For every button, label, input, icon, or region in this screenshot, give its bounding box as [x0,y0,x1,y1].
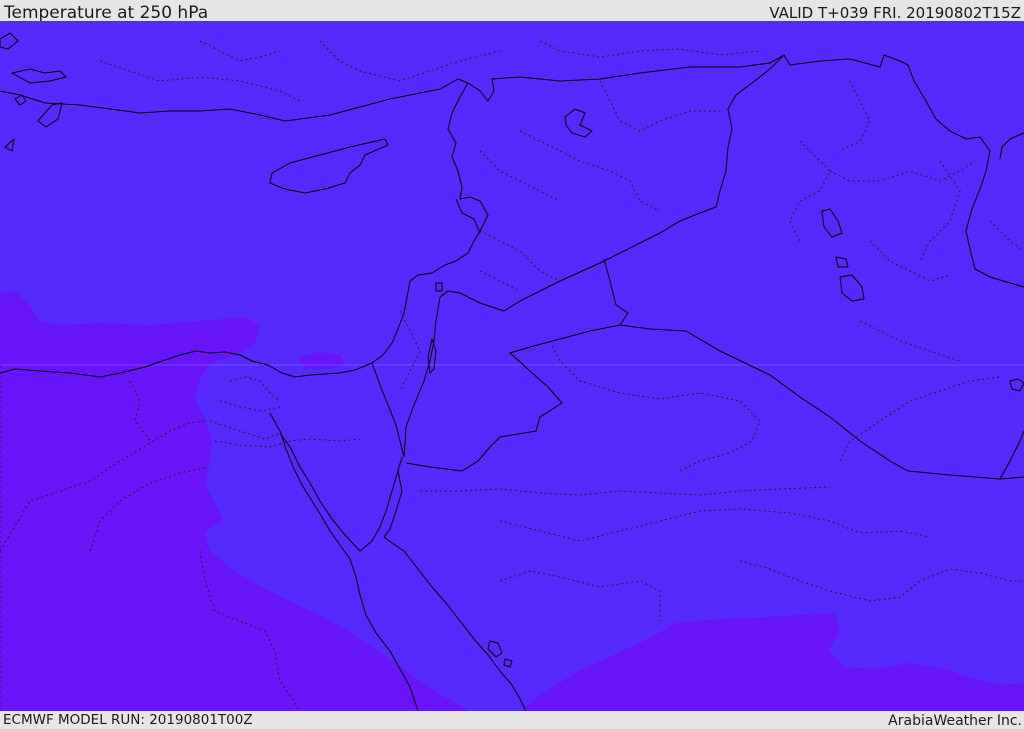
footer-bar: ECMWF MODEL RUN: 20190801T00Z ArabiaWeat… [0,711,1024,729]
map-canvas [0,21,1024,711]
temperature-map [0,21,1024,711]
map-viewer: Temperature at 250 hPa VALID T+039 FRI. … [0,0,1024,729]
valid-time: VALID T+039 FRI. 20190802T15Z [769,4,1021,22]
map-title: Temperature at 250 hPa [4,3,209,23]
model-run-label: ECMWF MODEL RUN: 20190801T00Z [3,712,253,728]
credit-label: ArabiaWeather Inc. [888,713,1022,729]
header-bar: Temperature at 250 hPa VALID T+039 FRI. … [0,0,1024,23]
